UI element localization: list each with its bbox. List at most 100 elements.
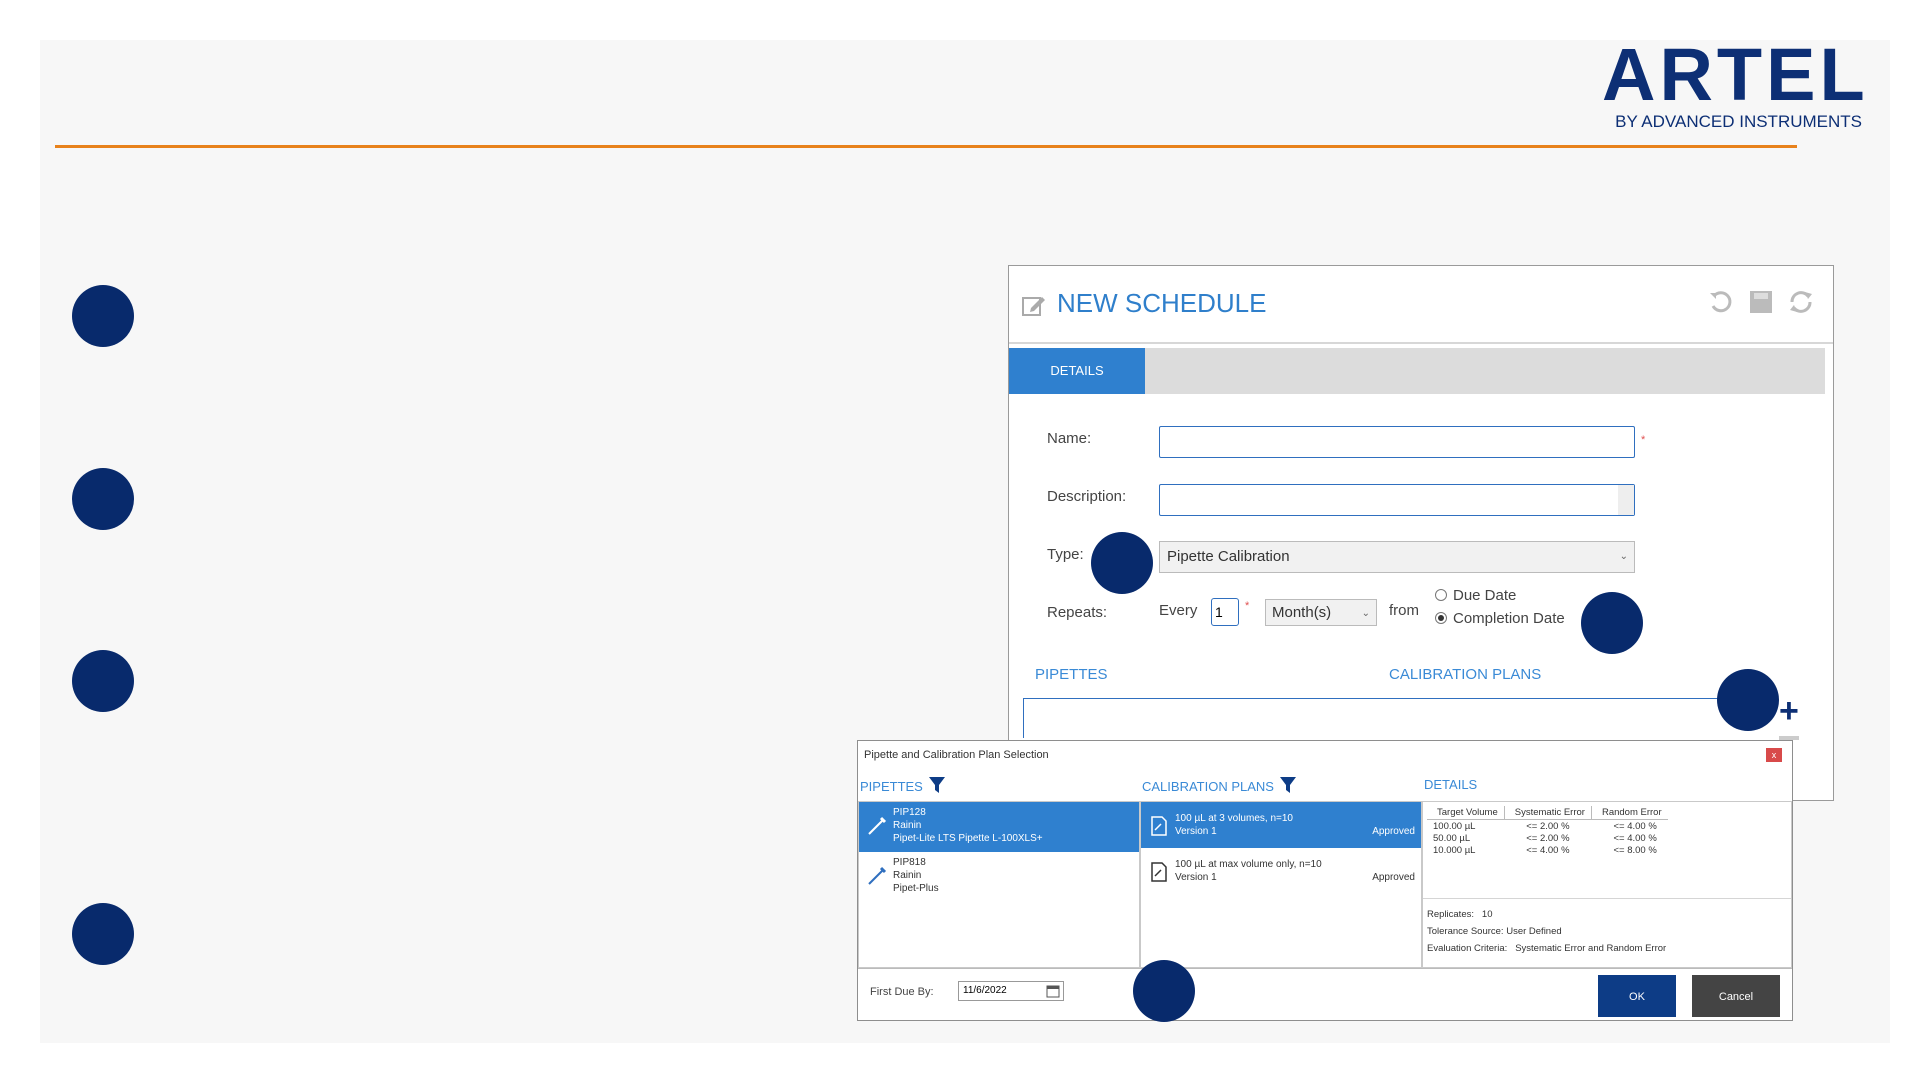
completion-date-label: Completion Date [1453,610,1565,627]
filter-icon[interactable] [1279,777,1296,796]
tab-details[interactable]: DETAILS [1009,348,1145,394]
pipette-icon [867,816,887,836]
callout-marker-add [1717,669,1779,731]
table-row: 10.000 µL <= 4.00 % <= 8.00 % [1427,844,1668,856]
details-table: Target Volume Systematic Error Random Er… [1427,806,1668,856]
artel-logo: ARTEL BY ADVANCED INSTRUMENTS [1602,33,1869,132]
replicates-value: 10 [1481,909,1493,920]
table-cell: <= 4.00 % [1526,845,1570,856]
list-item[interactable]: 100 µL at 3 volumes, n=10 Version 1 Appr… [1141,802,1421,848]
description-label: Description: [1047,488,1127,505]
document-icon [1149,816,1169,836]
details-separator [1423,898,1791,899]
pipettes-header: PIPETTES [860,777,945,796]
column-header: Target Volume [1427,806,1505,820]
save-icon[interactable] [1747,288,1775,316]
pipette-id: PIP128 [893,807,926,818]
table-cell: 50.00 µL [1433,833,1471,844]
details-header-label: DETAILS [1424,777,1478,792]
table-cell: <= 4.00 % [1613,821,1657,832]
table-cell: <= 4.00 % [1613,833,1657,844]
table-row: 100.00 µL <= 2.00 % <= 4.00 % [1427,820,1668,832]
refresh-icon[interactable] [1787,288,1815,316]
table-cell: 10.000 µL [1433,845,1476,856]
selection-dialog: Pipette and Calibration Plan Selection x… [857,740,1793,1021]
completion-date-radio[interactable] [1435,612,1447,624]
filter-icon[interactable] [928,777,945,796]
list-item[interactable]: 100 µL at max volume only, n=10 Version … [1141,848,1421,894]
bullet-marker-4 [72,903,134,965]
criteria-label: Evaluation Criteria: [1427,943,1508,954]
type-dropdown[interactable]: Pipette Calibration ⌄ [1159,541,1635,573]
pipettes-header-label: PIPETTES [860,779,923,794]
chevron-down-icon: ⌄ [1361,608,1370,619]
due-date-radio[interactable] [1435,589,1447,601]
column-header: Systematic Error [1504,806,1592,820]
edit-icon [1021,292,1047,318]
required-indicator: * [1641,434,1646,446]
callout-marker-first-due [1133,960,1195,1022]
pipette-maker: Rainin [893,820,922,831]
close-button[interactable]: x [1766,748,1782,762]
plan-status: Approved [1372,872,1415,883]
type-selected-value: Pipette Calibration [1167,548,1290,565]
window-header: NEW SCHEDULE [1009,266,1833,344]
pipettes-list: PIP128 Rainin Pipet-Lite LTS Pipette L-1… [858,801,1140,968]
repeat-interval-input[interactable]: 1 [1211,598,1239,626]
list-item[interactable]: PIP818 Rainin Pipet-Plus [859,852,1139,902]
callout-marker-from [1581,592,1643,654]
description-input[interactable] [1159,484,1635,516]
table-cell: <= 2.00 % [1526,833,1570,844]
tolerance-label: Tolerance Source: [1427,926,1504,937]
tab-bar: DETAILS [1009,348,1825,394]
replicates-label: Replicates: [1427,909,1474,920]
add-icon[interactable]: + [1779,692,1799,731]
name-label: Name: [1047,430,1092,447]
dialog-title: Pipette and Calibration Plan Selection [864,749,1049,761]
type-label: Type: [1047,546,1084,563]
details-panel: Target Volume Systematic Error Random Er… [1422,801,1792,968]
logo-wordmark: ARTEL [1602,33,1869,116]
details-header: DETAILS [1424,777,1477,792]
details-info: Replicates: 10 Tolerance Source: User De… [1427,906,1666,957]
every-label: Every [1159,602,1198,619]
due-date-label: Due Date [1453,587,1517,604]
column-header: Random Error [1591,806,1668,820]
bullet-marker-1 [72,285,134,347]
chevron-down-icon: ⌄ [1619,551,1628,562]
cancel-button[interactable]: Cancel [1692,975,1780,1017]
selection-list[interactable] [1023,698,1761,738]
plan-version: Version 1 [1175,872,1217,883]
bullet-marker-3 [72,650,134,712]
pipette-icon [867,866,887,886]
footer-separator [858,968,1792,969]
pipette-model: Pipet-Plus [893,883,939,894]
plans-list: 100 µL at 3 volumes, n=10 Version 1 Appr… [1140,801,1422,968]
calendar-icon[interactable] [1046,984,1060,998]
repeat-period-dropdown[interactable]: Month(s) ⌄ [1265,599,1377,626]
table-cell: 100.00 µL [1433,821,1476,832]
repeats-label: Repeats: [1047,604,1108,621]
document-icon [1149,862,1169,882]
ok-button[interactable]: OK [1598,975,1676,1017]
pipette-model: Pipet-Lite LTS Pipette L-100XLS+ [893,833,1043,844]
from-label: from [1389,602,1419,619]
list-item[interactable]: PIP128 Rainin Pipet-Lite LTS Pipette L-1… [859,802,1139,852]
plan-name: 100 µL at 3 volumes, n=10 [1175,813,1293,824]
first-due-date-input[interactable]: 11/6/2022 [958,981,1064,1001]
plans-header-label: CALIBRATION PLANS [1142,779,1274,794]
plan-version: Version 1 [1175,826,1217,837]
required-indicator: * [1245,600,1250,612]
name-input[interactable] [1159,426,1635,458]
plans-header: CALIBRATION PLANS [1142,777,1296,796]
calibration-plans-section-title: CALIBRATION PLANS [1389,666,1542,683]
bullet-marker-2 [72,468,134,530]
pipette-id: PIP818 [893,857,926,868]
first-due-date-value: 11/6/2022 [963,985,1007,996]
undo-icon[interactable] [1707,288,1735,316]
description-scrollbar[interactable] [1618,485,1634,515]
first-due-label: First Due By: [870,986,934,998]
table-cell: <= 2.00 % [1526,821,1570,832]
title-separator [1009,342,1833,344]
plan-name: 100 µL at max volume only, n=10 [1175,859,1322,870]
